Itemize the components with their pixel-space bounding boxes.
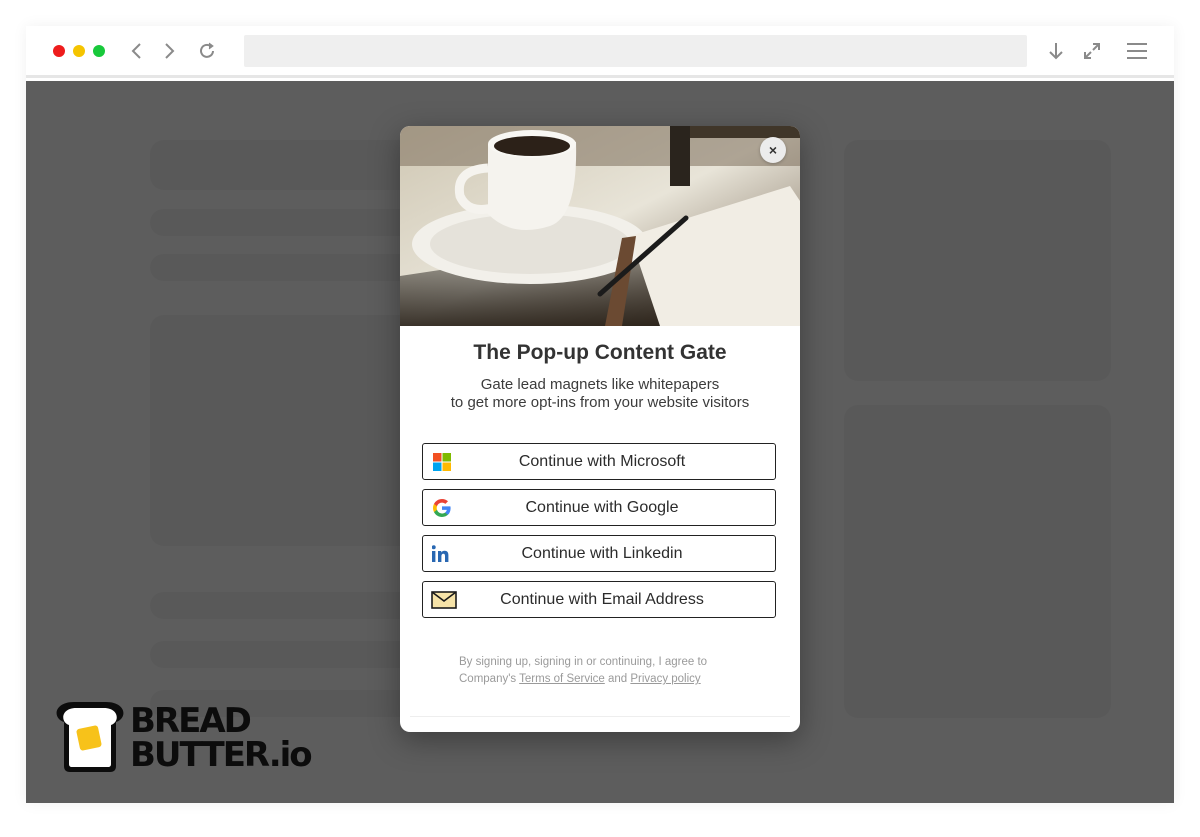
modal-subtitle-line2: to get more opt-ins from your website vi…: [450, 394, 750, 411]
browser-toolbar: [26, 26, 1174, 78]
brand-line1: BREAD: [130, 701, 252, 741]
chevron-left-icon[interactable]: [124, 38, 150, 64]
brand-line2: BUTTER.io: [130, 735, 313, 775]
modal-title: The Pop-up Content Gate: [473, 341, 727, 364]
content-gate-modal: × The Pop-up Content Gate Gate lead magn…: [400, 126, 800, 732]
toast-logo-icon: [56, 702, 124, 772]
close-modal-button[interactable]: ×: [760, 137, 786, 163]
breadbutter-logo: BREAD BUTTER.io: [52, 700, 313, 775]
minimize-window-dot[interactable]: [73, 45, 85, 57]
maximize-window-dot[interactable]: [93, 45, 105, 57]
legal-text-line2: Company's Terms of Service and Privacy p…: [459, 673, 759, 685]
download-arrow-icon[interactable]: [1043, 38, 1069, 64]
continue-google-button[interactable]: Continue with Google: [422, 489, 776, 526]
hero-image: [400, 126, 800, 326]
legal-prefix: Company's: [459, 673, 520, 685]
legal-text-line1: By signing up, signing in or continuing,…: [459, 656, 708, 668]
modal-footer-divider: [410, 716, 790, 717]
button-label: Continue with Microsoft: [518, 452, 686, 470]
button-label: Continue with Email Address: [500, 590, 704, 608]
continue-email-button[interactable]: Continue with Email Address: [422, 581, 776, 618]
expand-icon[interactable]: [1079, 38, 1105, 64]
continue-microsoft-button[interactable]: Continue with Microsoft: [422, 443, 776, 480]
address-bar[interactable]: [244, 35, 1027, 67]
continue-linkedin-button[interactable]: Continue with Linkedin: [422, 535, 776, 572]
close-icon: ×: [768, 142, 778, 158]
legal-and: and: [604, 673, 631, 685]
button-label: Continue with Google: [525, 498, 679, 516]
reload-icon[interactable]: [194, 38, 220, 64]
terms-of-service-link[interactable]: Terms of Service: [519, 673, 605, 685]
privacy-policy-link[interactable]: Privacy policy: [630, 673, 700, 685]
modal-subtitle-line1: Gate lead magnets like whitepapers: [480, 376, 720, 393]
hamburger-menu-icon[interactable]: [1124, 38, 1150, 64]
chevron-right-icon[interactable]: [156, 38, 182, 64]
close-window-dot[interactable]: [53, 45, 65, 57]
button-label: Continue with Linkedin: [521, 544, 683, 562]
